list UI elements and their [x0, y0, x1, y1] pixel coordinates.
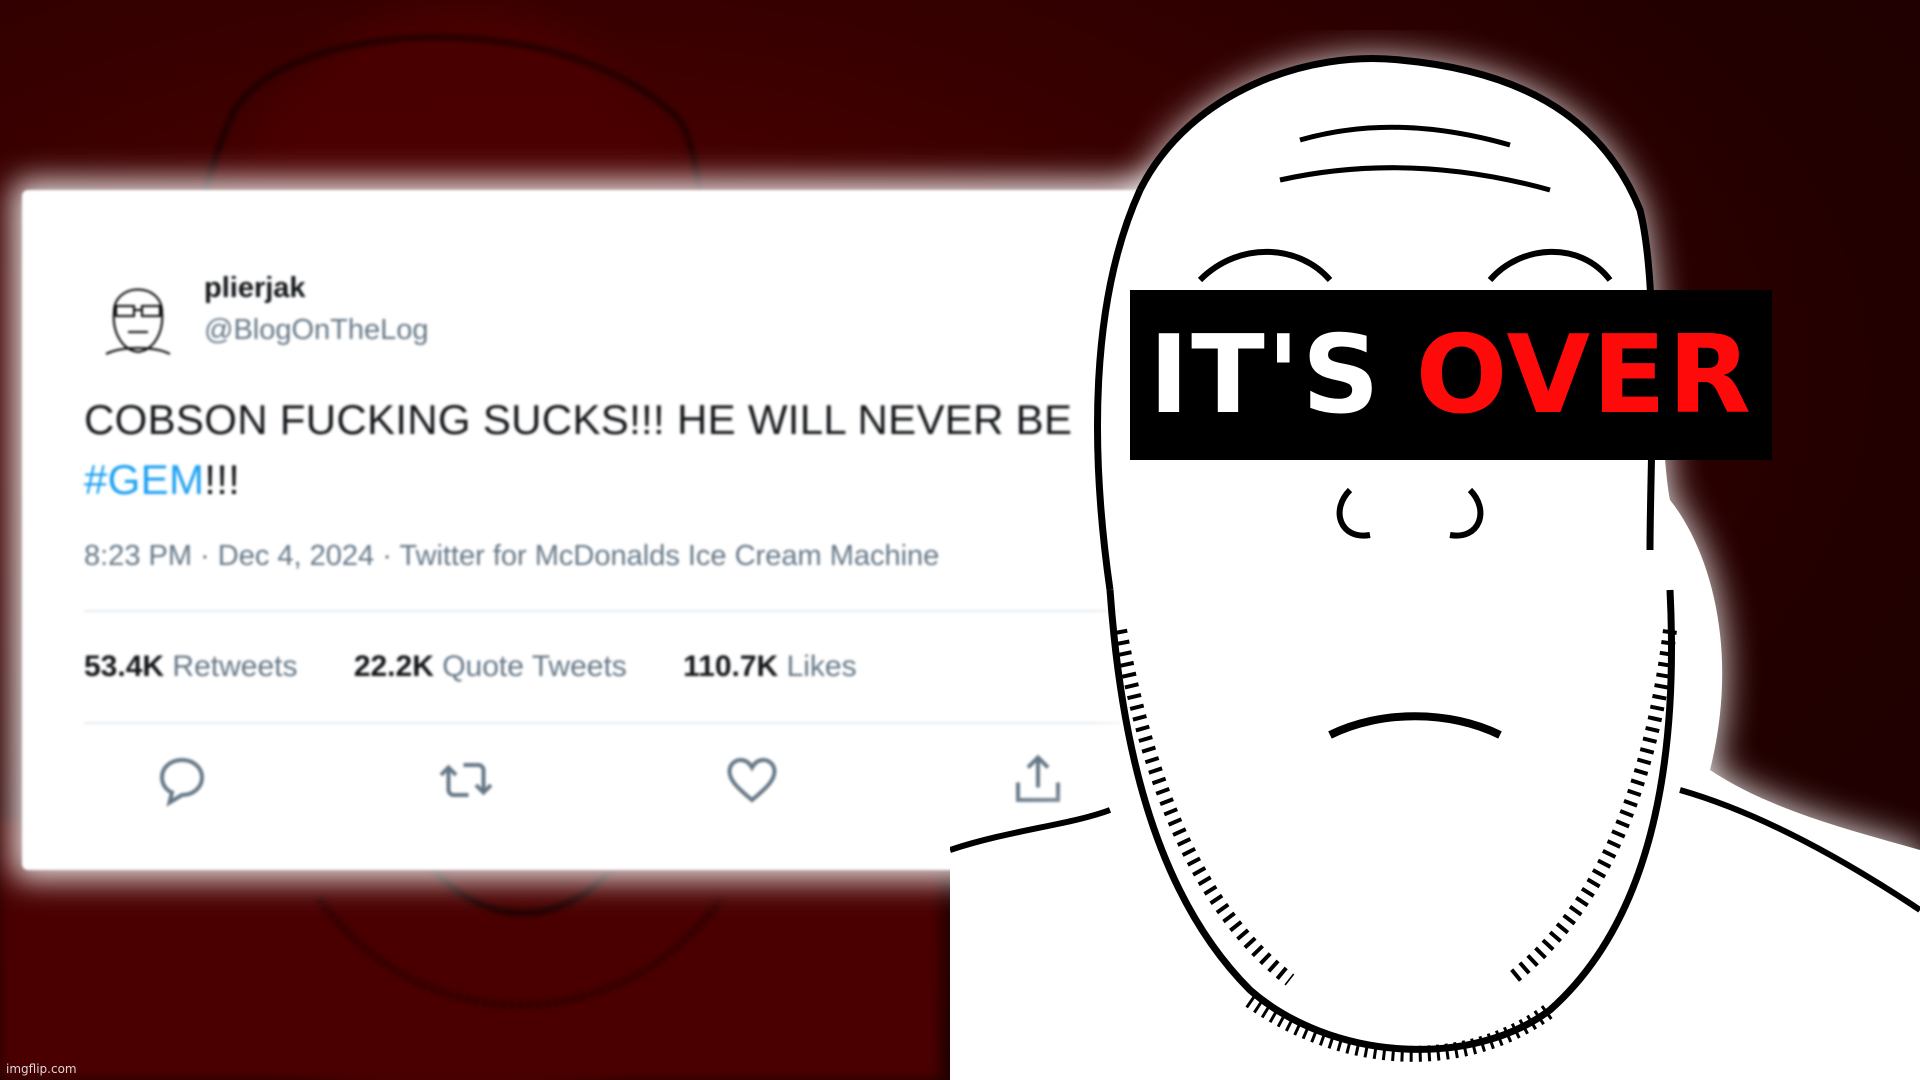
banner-word-over: OVER	[1415, 312, 1754, 438]
quote-tweets-count: 22.2K	[353, 650, 434, 683]
retweets-label: Retweets	[172, 650, 298, 683]
tweet-text-main: COBSON FUCKING SUCKS!!! HE WILL NEVER BE	[84, 396, 1073, 443]
its-over-banner: IT'S OVER	[1130, 290, 1772, 460]
likes-stat[interactable]: 110.7K Likes	[683, 650, 856, 684]
quote-tweets-label: Quote Tweets	[442, 650, 627, 683]
likes-count: 110.7K	[683, 650, 779, 683]
banner-text: IT'S OVER	[1130, 290, 1772, 460]
retweets-count: 53.4K	[84, 650, 165, 683]
avatar[interactable]	[92, 270, 184, 362]
display-name[interactable]: plierjak	[204, 272, 306, 305]
quote-tweets-stat[interactable]: 22.2K Quote Tweets	[354, 650, 627, 684]
like-icon[interactable]	[722, 750, 782, 810]
tweet-stats: 53.4K Retweets 22.2K Quote Tweets 110.7K…	[84, 650, 905, 684]
retweets-stat[interactable]: 53.4K Retweets	[84, 650, 297, 684]
reply-icon[interactable]	[152, 750, 212, 810]
bald-bearded-face-illustration	[950, 55, 1920, 1080]
user-handle[interactable]: @BlogOnTheLog	[204, 314, 429, 347]
tweet-metadata: 8:23 PM · Dec 4, 2024 · Twitter for McDo…	[84, 540, 940, 572]
hashtag-link[interactable]: #GEM	[84, 456, 204, 503]
watermark: imgflip.com	[6, 1062, 77, 1076]
likes-label: Likes	[786, 650, 857, 683]
retweet-icon[interactable]	[436, 750, 496, 810]
tweet-text-tail: !!!	[204, 456, 241, 503]
banner-word-its: IT'S	[1148, 312, 1382, 438]
